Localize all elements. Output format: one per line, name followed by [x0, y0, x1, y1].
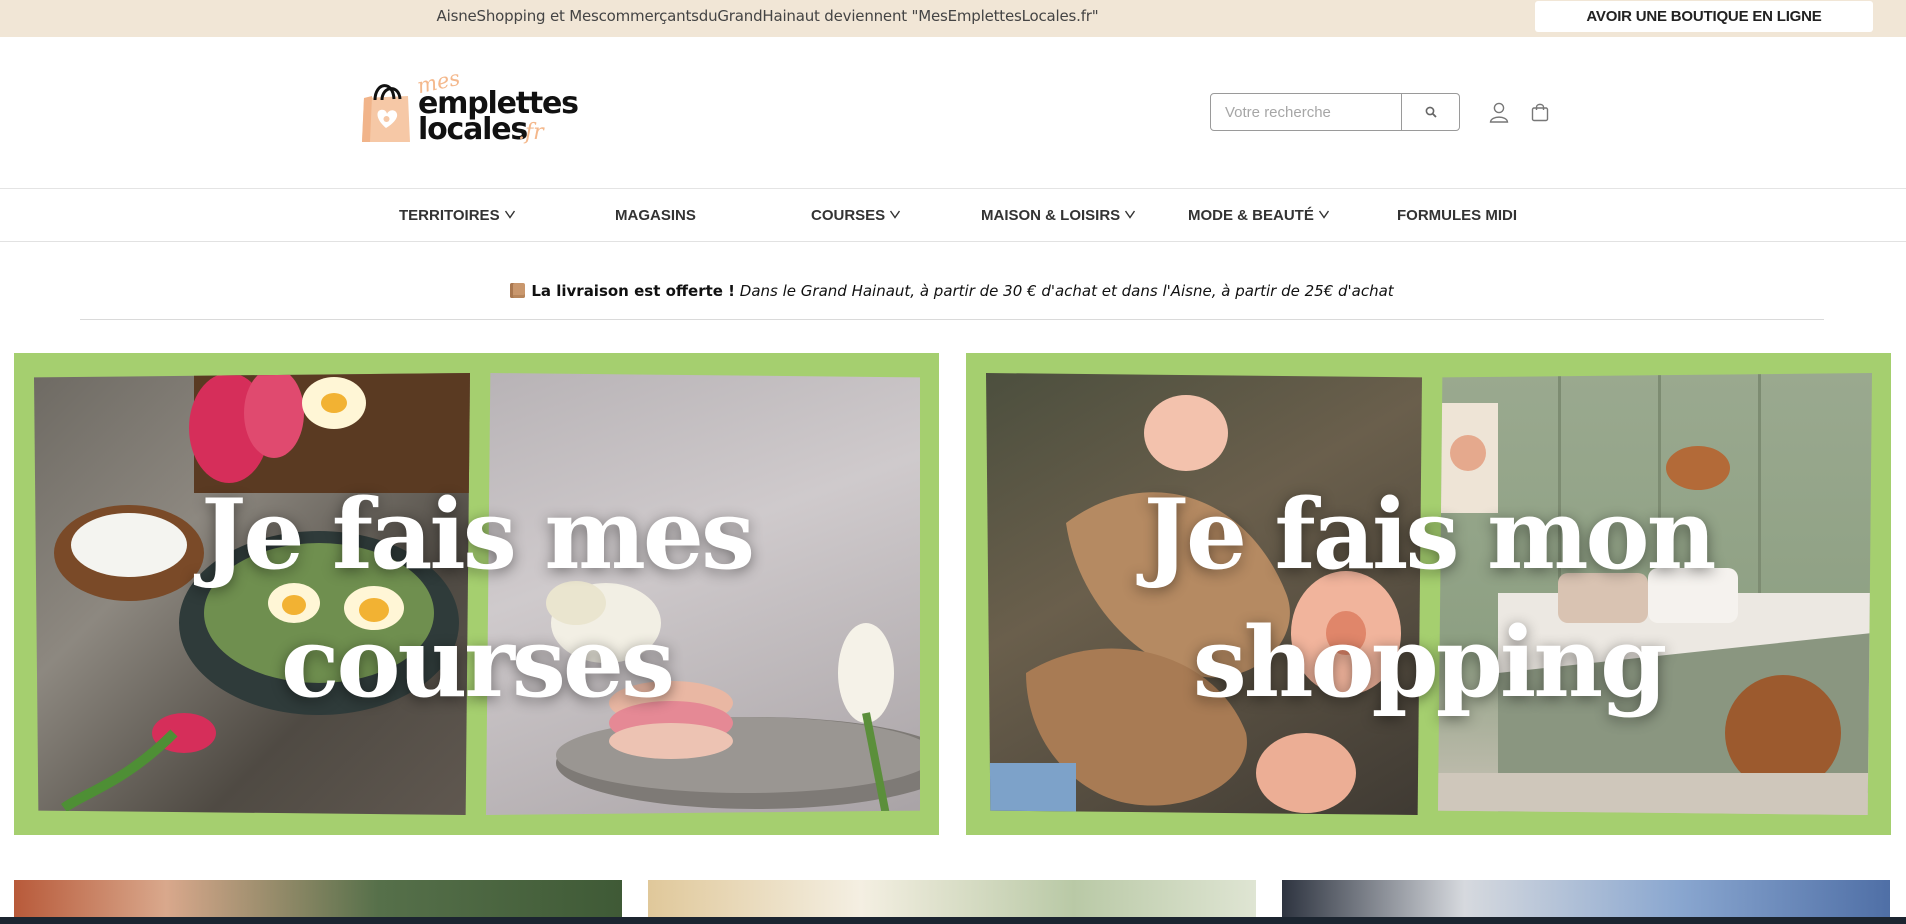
banner-title-line: Je fais mes [200, 478, 755, 591]
nav-item-maison-loisirs[interactable]: MAISON & LOISIRS [981, 190, 1136, 242]
logo-word-locales: locales [418, 112, 528, 147]
announcement-bar: AisneShopping et MescommerçantsduGrandHa… [0, 0, 1906, 37]
banner-title-line: courses [280, 606, 675, 719]
banner-shopping-title: Je fais mon shopping [966, 471, 1891, 727]
chevron-down-icon [504, 210, 515, 219]
nav-item-courses[interactable]: COURSES [811, 190, 901, 242]
notice-italic-text: Dans le Grand Hainaut, à partir de 30 € … [739, 282, 1394, 300]
nav-item-label: COURSES [811, 207, 886, 224]
package-icon [510, 283, 526, 298]
online-shop-button[interactable]: AVOIR UNE BOUTIQUE EN LIGNE [1535, 1, 1873, 32]
site-logo[interactable]: mes emplettes locales .fr [360, 66, 579, 180]
shopping-bag-logo-icon [362, 84, 410, 142]
nav-item-label: MAGASINS [615, 207, 696, 224]
banner-courses-title: Je fais mes courses [14, 471, 939, 727]
search-button[interactable] [1401, 94, 1459, 130]
chevron-down-icon [890, 210, 901, 219]
shopping-bag-icon [1531, 103, 1549, 122]
search-box [1210, 93, 1460, 131]
search-icon [1425, 106, 1437, 118]
nav-item-magasins[interactable]: MAGASINS [615, 190, 696, 242]
logo-word-fr: .fr [518, 120, 544, 145]
nav-item-formules-midi[interactable]: FORMULES MIDI [1397, 190, 1517, 242]
nav-item-label: MODE & BEAUTÉ [1188, 207, 1314, 224]
delivery-notice: La livraison est offerte ! Dans le Grand… [80, 272, 1824, 320]
nav-item-label: TERRITOIRES [399, 207, 500, 224]
os-taskbar [0, 917, 1906, 924]
banner-title-line: shopping [1192, 606, 1668, 719]
announcement-message: AisneShopping et MescommerçantsduGrandHa… [436, 7, 1099, 25]
notice-bold-text: La livraison est offerte ! [531, 282, 736, 300]
banner-shopping[interactable]: Je fais mon shopping [966, 353, 1891, 835]
banner-courses[interactable]: Je fais mes courses [14, 353, 939, 835]
main-navigation: TERRITOIRES MAGASINS COURSES MAISON & LO… [0, 190, 1906, 242]
nav-item-territoires[interactable]: TERRITOIRES [399, 190, 515, 242]
nav-item-label: FORMULES MIDI [1397, 207, 1517, 224]
account-button[interactable] [1486, 99, 1512, 125]
user-icon [1489, 102, 1509, 123]
chevron-down-icon [1125, 210, 1136, 219]
cart-button[interactable] [1527, 99, 1553, 125]
nav-item-mode-beaute[interactable]: MODE & BEAUTÉ [1188, 190, 1329, 242]
chevron-down-icon [1318, 210, 1329, 219]
site-header: mes emplettes locales .fr [0, 37, 1906, 189]
banner-title-line: Je fais mon [1143, 478, 1717, 591]
nav-item-label: MAISON & LOISIRS [981, 207, 1121, 224]
search-input[interactable] [1211, 94, 1401, 130]
